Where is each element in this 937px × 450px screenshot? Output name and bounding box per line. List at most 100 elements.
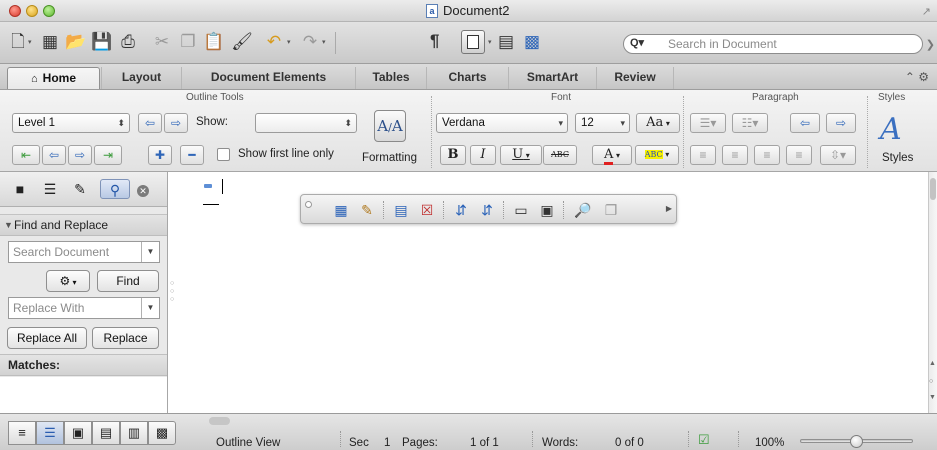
document-map-icon[interactable]: ☰ — [38, 179, 62, 199]
zoom-window-button[interactable] — [43, 5, 55, 17]
replace-all-button[interactable]: Replace All — [7, 327, 87, 349]
focus-view-icon[interactable]: ▩ — [148, 421, 176, 445]
zoom-slider[interactable] — [800, 435, 913, 448]
tab-review[interactable]: Review — [596, 67, 674, 89]
tab-document-elements[interactable]: Document Elements — [181, 67, 355, 89]
demote-icon[interactable]: ⇨ — [164, 113, 188, 133]
numbering-icon[interactable]: ☷▾ — [732, 113, 768, 133]
tab-layout[interactable]: Layout — [101, 67, 181, 89]
save-icon[interactable]: 💾 — [90, 31, 114, 53]
outline-view-icon[interactable]: ☰ — [36, 421, 64, 445]
spelling-check-icon[interactable]: ☑ — [698, 432, 710, 448]
draw-pencil-icon[interactable]: ✎ — [357, 201, 377, 219]
justify-icon[interactable]: ≡ — [786, 145, 812, 165]
find-replace-header[interactable]: ▼ Find and Replace — [0, 214, 167, 236]
redo-dropdown-arrow[interactable]: ▾ — [322, 38, 326, 46]
sidebar-splitter-handle[interactable]: ○ ○ ○ — [170, 280, 174, 304]
find-replace-tab-icon[interactable]: ⚲ — [100, 179, 130, 199]
split-cells-icon[interactable]: ▣ — [537, 201, 557, 219]
toolbar-grip-handle[interactable] — [305, 201, 312, 208]
format-painter-icon[interactable]: 🖌 — [230, 31, 254, 53]
search-icon[interactable]: Q▾ — [630, 36, 644, 49]
publishing-layout-icon[interactable]: ▣ — [64, 421, 92, 445]
italic-button[interactable]: I — [470, 145, 496, 165]
align-right-icon[interactable]: ≡ — [754, 145, 780, 165]
undo-dropdown-arrow[interactable]: ▾ — [287, 38, 291, 46]
insert-rows-icon[interactable]: ▤ — [391, 201, 411, 219]
copy-icon[interactable]: ❐ — [176, 31, 200, 53]
show-first-line-checkbox[interactable] — [217, 148, 230, 161]
toolbar-overflow-icon[interactable]: ❯ — [926, 38, 935, 51]
show-level-select[interactable]: ⬍ — [255, 113, 357, 133]
collapse-icon[interactable]: ━ — [180, 145, 204, 165]
view-dropdown-arrow[interactable]: ▾ — [488, 38, 492, 46]
align-center-icon[interactable]: ≡ — [722, 145, 748, 165]
delete-table-icon[interactable]: ☒ — [417, 201, 437, 219]
minimize-window-button[interactable] — [26, 5, 38, 17]
notebook-layout-icon[interactable]: ▥ — [120, 421, 148, 445]
expand-icon[interactable]: ✚ — [148, 145, 172, 165]
promote-icon[interactable]: ⇦ — [138, 113, 162, 133]
outline-level-select[interactable]: Level 1 ⬍ — [12, 113, 130, 133]
find-options-button[interactable]: ⚙ ▾ — [46, 270, 90, 292]
move-right-icon[interactable]: ⇨ — [68, 145, 92, 165]
toolbox-icon[interactable]: ▩ — [520, 31, 544, 53]
grow-font-button[interactable]: Aa ▾ — [636, 113, 680, 133]
search-input[interactable] — [668, 36, 908, 52]
chevron-down-icon[interactable]: ▼ — [141, 242, 159, 262]
line-spacing-icon[interactable]: ⇳▾ — [820, 145, 856, 165]
cut-icon[interactable]: ✂ — [150, 31, 174, 53]
thumbnail-pane-icon[interactable]: ■ — [8, 179, 32, 199]
print-icon[interactable]: ⎙ — [116, 31, 140, 53]
gallery-icon[interactable]: ▦ — [38, 31, 62, 53]
redo-icon[interactable]: ↷ — [298, 31, 322, 53]
replace-with-field[interactable]: ▼ — [8, 297, 160, 319]
show-formatting-icon[interactable]: ¶ — [430, 31, 439, 51]
reviewing-pane-icon[interactable]: ✎ — [68, 179, 92, 199]
sidebar-toggle-icon[interactable] — [461, 30, 485, 54]
outline-bullet-icon[interactable] — [204, 184, 212, 188]
sort-descending-icon[interactable]: ⇵ — [477, 201, 497, 219]
replace-with-input[interactable] — [13, 301, 133, 315]
tab-smartart[interactable]: SmartArt — [508, 67, 596, 89]
highlight-button[interactable]: ABC ▾ — [635, 145, 679, 165]
toolbar-more-icon[interactable]: ▶ — [666, 204, 672, 213]
replace-button[interactable]: Replace — [92, 327, 159, 349]
search-document-field[interactable]: ▼ — [8, 241, 160, 263]
find-button[interactable]: Find — [97, 270, 159, 292]
undo-icon[interactable]: ↶ — [262, 31, 286, 53]
fullscreen-icon[interactable]: ↗ — [922, 5, 931, 18]
tab-charts[interactable]: Charts — [426, 67, 508, 89]
bold-button[interactable]: B — [440, 145, 466, 165]
new-dropdown-arrow[interactable]: ▾ — [28, 38, 32, 46]
search-box[interactable]: Q▾ — [623, 34, 923, 54]
decrease-indent-icon[interactable]: ⇦ — [790, 113, 820, 133]
new-document-icon[interactable]: 🗋 — [6, 31, 30, 53]
font-size-select[interactable]: 12 ▾ — [575, 113, 630, 133]
next-page-icon[interactable]: ▼ — [929, 394, 936, 401]
ribbon-collapse-gear-icon[interactable]: ⌃ ⚙ — [905, 70, 929, 84]
formatting-toggle-icon[interactable]: A/A — [374, 110, 406, 142]
demote-to-body-icon[interactable]: ⇥ — [94, 145, 122, 165]
styles-pane-icon[interactable]: A — [880, 112, 902, 147]
bullets-icon[interactable]: ☰▾ — [690, 113, 726, 133]
paste-icon[interactable]: 📋 — [202, 31, 226, 53]
promote-to-heading-icon[interactable]: ⇤ — [12, 145, 40, 165]
strikethrough-button[interactable]: ABC — [543, 145, 577, 165]
merge-cells-icon[interactable]: ▭ — [511, 201, 531, 219]
previous-page-icon[interactable]: ▲ — [929, 360, 936, 367]
font-color-button[interactable]: A ▾ — [592, 145, 632, 165]
copy-table-icon[interactable]: ❐ — [601, 201, 621, 219]
tab-tables[interactable]: Tables — [355, 67, 426, 89]
print-layout-icon[interactable]: ▤ — [92, 421, 120, 445]
draft-view-icon[interactable]: ≡ — [8, 421, 36, 445]
vertical-scrollbar[interactable]: ▲ ○ ▼ — [928, 172, 937, 413]
horizontal-scroll-thumb[interactable] — [209, 417, 230, 425]
align-left-icon[interactable]: ≡ — [690, 145, 716, 165]
font-name-select[interactable]: Verdana ▾ — [436, 113, 568, 133]
scrollbar-thumb[interactable] — [930, 178, 936, 200]
increase-indent-icon[interactable]: ⇨ — [826, 113, 856, 133]
media-browser-icon[interactable]: ▤ — [494, 31, 518, 53]
underline-button[interactable]: U ▾ — [500, 145, 542, 165]
open-icon[interactable]: 📂 — [64, 31, 88, 53]
